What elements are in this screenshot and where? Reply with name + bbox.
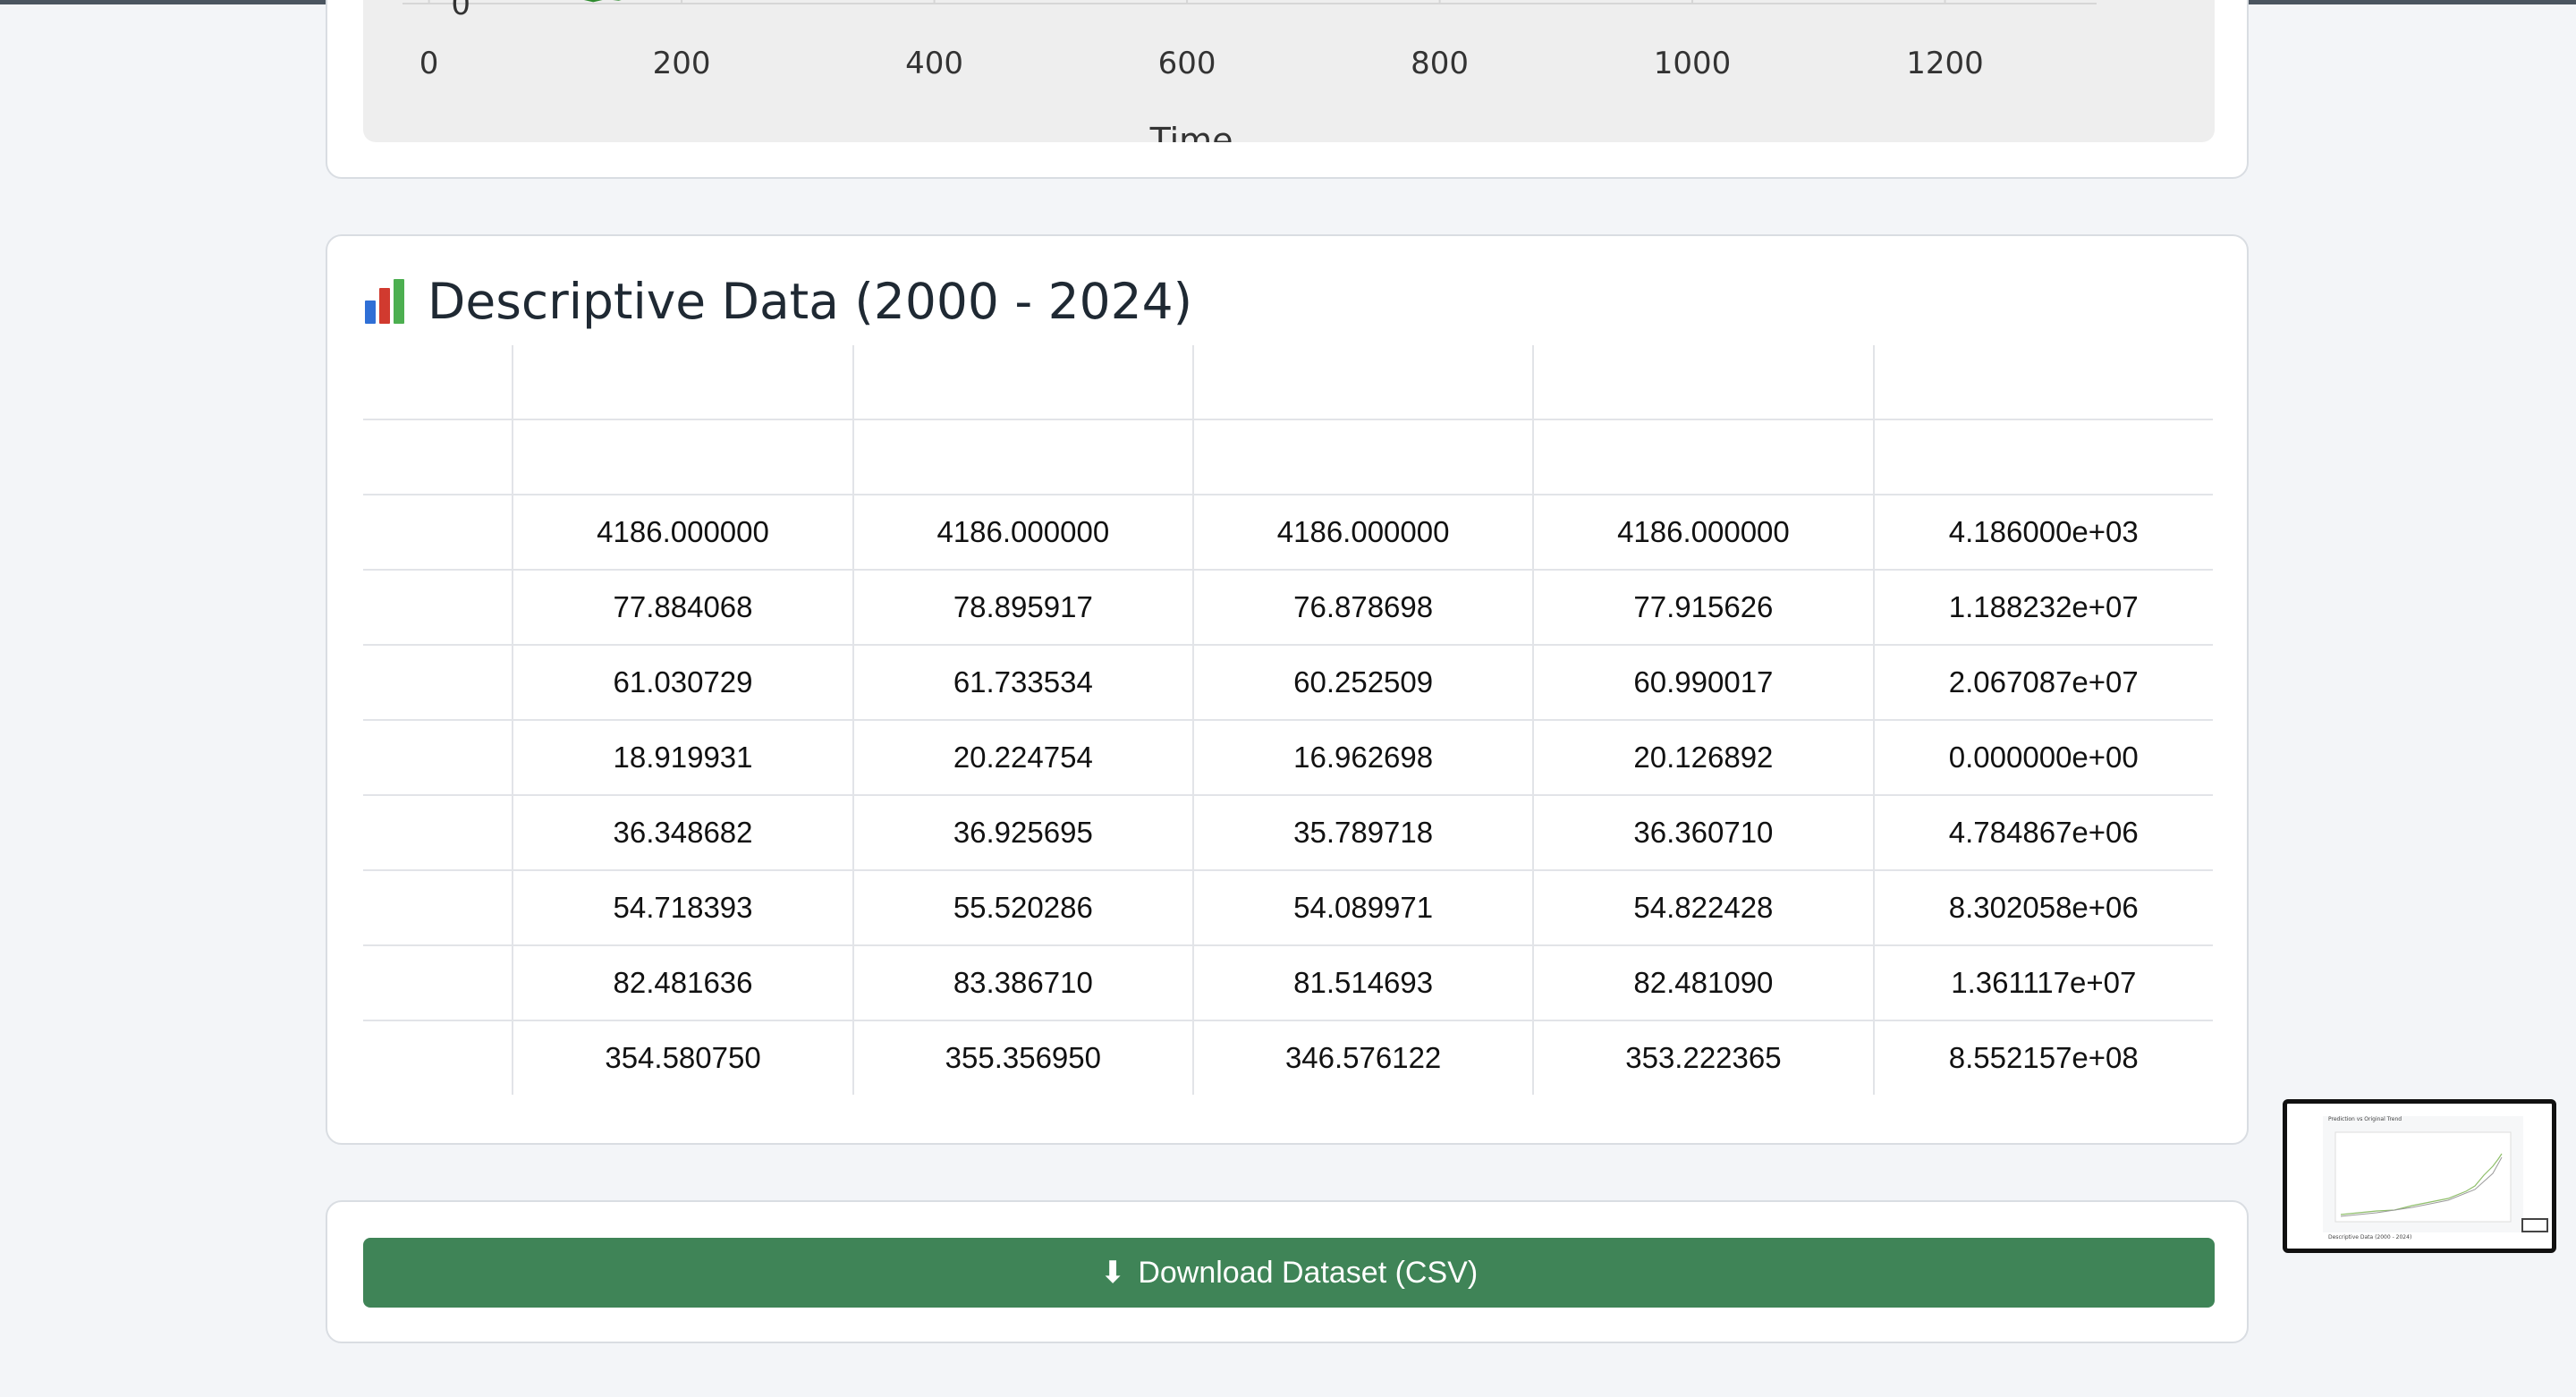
- table-cell: 76.878698: [1191, 569, 1534, 645]
- table-header-cell: [1191, 419, 1534, 495]
- minimap-footer: Descriptive Data (2000 - 2024): [2328, 1234, 2412, 1240]
- table-cell: 61.733534: [852, 644, 1193, 720]
- table-row: 354.580750 355.356950 346.576122 353.222365…: [363, 1020, 2213, 1095]
- chart-plot-area: 0 200 400 600 800 1000 1200 0 Time: [363, 0, 2215, 142]
- table-row: 82.481636 83.386710 81.514693 82.481090 1.36…: [363, 944, 2213, 1020]
- bar-chart-emoji-icon: [363, 279, 406, 324]
- table-cell: 82.481090: [1532, 944, 1874, 1020]
- table-cell: 83.386710: [852, 944, 1193, 1020]
- table-cell: 2.067087e+07: [1872, 644, 2213, 720]
- x-tick-label: 600: [1158, 46, 1216, 81]
- table-row: 36.348682 36.925695 35.789718 36.360710 4.78…: [363, 794, 2213, 870]
- table-header-cell: [852, 345, 1193, 419]
- table-index-cell: [363, 494, 513, 570]
- table-cell: 8.552157e+08: [1872, 1020, 2213, 1095]
- table-cell: 36.925695: [852, 794, 1193, 870]
- table-row: 18.919931 20.224754 16.962698 20.126892 0.00…: [363, 719, 2213, 795]
- x-tick-label: 1000: [1654, 46, 1732, 81]
- table-cell: 35.789718: [1191, 794, 1534, 870]
- table-cell: 16.962698: [1191, 719, 1534, 795]
- table-cell: 78.895917: [852, 569, 1193, 645]
- table-cell: 0.000000e+00: [1872, 719, 2213, 795]
- table-row: 4186.000000 4186.000000 4186.000000 4186.00…: [363, 494, 2213, 570]
- descriptive-data-card: Descriptive Data (2000 - 2024) 4186.0000…: [326, 234, 2249, 1145]
- table-cell: 82.481636: [512, 944, 853, 1020]
- table-cell: 36.360710: [1532, 794, 1874, 870]
- table-cell: 77.915626: [1532, 569, 1874, 645]
- table-cell: 4186.000000: [1191, 494, 1534, 570]
- table-cell: 20.224754: [852, 719, 1193, 795]
- line-chart: 0 200 400 600 800 1000 1200 0 Time: [402, 0, 2097, 142]
- table-header-cell: [1872, 419, 2213, 495]
- table-row: 61.030729 61.733534 60.252509 60.990017 2.06…: [363, 644, 2213, 720]
- table-cell: 4.186000e+03: [1872, 494, 2213, 570]
- table-cell: 54.822428: [1532, 869, 1874, 945]
- table-cell: 1.361117e+07: [1872, 944, 2213, 1020]
- table-cell: 353.222365: [1532, 1020, 1874, 1095]
- table-cell: 1.188232e+07: [1872, 569, 2213, 645]
- table-header-cell: [512, 345, 853, 419]
- table-cell: 77.884068: [512, 569, 853, 645]
- table-cell: 4186.000000: [512, 494, 853, 570]
- table-header-cell: [363, 419, 513, 495]
- chart-card: 0 200 400 600 800 1000 1200 0 Time: [326, 0, 2249, 179]
- table-index-cell: [363, 1020, 513, 1095]
- descriptive-title: Descriptive Data (2000 - 2024): [363, 270, 1192, 333]
- descriptive-title-text: Descriptive Data (2000 - 2024): [428, 273, 1193, 330]
- minimap-chart-thumbnail: [2334, 1131, 2512, 1223]
- table-cell: 4186.000000: [852, 494, 1193, 570]
- table-index-cell: [363, 569, 513, 645]
- table-header-cell: [852, 419, 1193, 495]
- x-tick-label: 200: [653, 46, 711, 81]
- table-header-row: [363, 345, 2213, 419]
- table-cell: 81.514693: [1191, 944, 1534, 1020]
- download-card: ⬇ Download Dataset (CSV): [326, 1200, 2249, 1343]
- table-cell: 4.784867e+06: [1872, 794, 2213, 870]
- x-axis-title: Time: [1149, 121, 1233, 142]
- table-index-cell: [363, 719, 513, 795]
- table-cell: 20.126892: [1532, 719, 1874, 795]
- minimap-preview: [2323, 1116, 2523, 1232]
- descriptive-table: 4186.000000 4186.000000 4186.000000 4186.00…: [363, 345, 2213, 1095]
- table-header-cell: [1191, 345, 1534, 419]
- table-header-row: [363, 419, 2213, 495]
- table-cell: 8.302058e+06: [1872, 869, 2213, 945]
- minimap-viewport-indicator[interactable]: [2521, 1218, 2548, 1232]
- table-cell: 4186.000000: [1532, 494, 1874, 570]
- x-tick-label: 0: [419, 46, 439, 81]
- table-cell: 60.990017: [1532, 644, 1874, 720]
- table-cell: 54.718393: [512, 869, 853, 945]
- download-dataset-button[interactable]: ⬇ Download Dataset (CSV): [363, 1238, 2215, 1308]
- minimap-title: Prediction vs Original Trend: [2328, 1116, 2402, 1122]
- table-header-cell: [1872, 345, 2213, 419]
- table-cell: 60.252509: [1191, 644, 1534, 720]
- table-index-cell: [363, 869, 513, 945]
- table-index-cell: [363, 794, 513, 870]
- page-minimap[interactable]: Prediction vs Original Trend Descriptive…: [2283, 1099, 2556, 1253]
- table-cell: 18.919931: [512, 719, 853, 795]
- table-cell: 61.030729: [512, 644, 853, 720]
- table-index-cell: [363, 644, 513, 720]
- table-cell: 54.089971: [1191, 869, 1534, 945]
- table-index-cell: [363, 944, 513, 1020]
- table-header-cell: [1532, 345, 1874, 419]
- x-tick-label: 1200: [1906, 46, 1984, 81]
- table-cell: 36.348682: [512, 794, 853, 870]
- table-header-cell: [1532, 419, 1874, 495]
- download-arrow-icon: ⬇: [1099, 1256, 1126, 1290]
- table-row: 54.718393 55.520286 54.089971 54.822428 8.30…: [363, 869, 2213, 945]
- table-header-cell: [512, 419, 853, 495]
- x-tick-label: 400: [905, 46, 963, 81]
- download-button-label: Download Dataset (CSV): [1138, 1255, 1479, 1290]
- y-tick-label: 0: [451, 0, 470, 22]
- table-header-cell: [363, 345, 513, 419]
- series-line: [583, 0, 622, 3]
- table-cell: 355.356950: [852, 1020, 1193, 1095]
- x-tick-label: 800: [1411, 46, 1469, 81]
- table-cell: 55.520286: [852, 869, 1193, 945]
- table-cell: 346.576122: [1191, 1020, 1534, 1095]
- table-row: 77.884068 78.895917 76.878698 77.915626 1.18…: [363, 569, 2213, 645]
- table-cell: 354.580750: [512, 1020, 853, 1095]
